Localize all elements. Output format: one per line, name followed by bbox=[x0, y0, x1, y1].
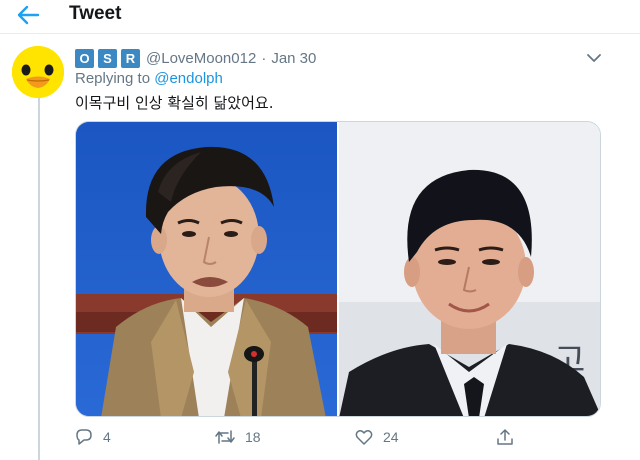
page-title: Tweet bbox=[69, 3, 122, 24]
arrow-left-icon bbox=[17, 5, 40, 25]
name-badge-s: S bbox=[98, 48, 117, 68]
chevron-down-icon bbox=[587, 54, 601, 62]
share-button[interactable] bbox=[496, 428, 514, 446]
name-badge-r: R bbox=[121, 48, 140, 68]
share-icon bbox=[497, 429, 513, 445]
tweet-text: 이목구비 인상 확실히 닮았어요. bbox=[75, 94, 274, 112]
photo-left[interactable] bbox=[76, 122, 337, 416]
tweet-media: 고 bbox=[75, 121, 601, 417]
separator-dot: · bbox=[261, 49, 267, 67]
retweet-icon bbox=[215, 430, 235, 444]
like-button[interactable]: 24 bbox=[355, 428, 399, 446]
replying-mention-link[interactable]: @endolph bbox=[154, 70, 223, 87]
man-in-suit-photo: 고 bbox=[339, 122, 600, 416]
duck-avatar-icon bbox=[12, 46, 64, 98]
user-handle[interactable]: @LoveMoon012 bbox=[146, 50, 256, 67]
heart-icon bbox=[355, 429, 373, 445]
replying-prefix: Replying to bbox=[75, 70, 151, 87]
reply-button[interactable]: 4 bbox=[75, 428, 111, 446]
reply-count: 4 bbox=[103, 429, 111, 445]
avatar[interactable] bbox=[12, 46, 64, 98]
retweet-button[interactable]: 18 bbox=[215, 428, 261, 446]
back-button[interactable] bbox=[16, 4, 42, 26]
display-name[interactable]: O S R bbox=[75, 48, 140, 68]
name-badge-o: O bbox=[75, 48, 94, 68]
tweet-menu-button[interactable] bbox=[586, 51, 602, 63]
thread-line bbox=[38, 98, 40, 460]
retweet-count: 18 bbox=[245, 429, 261, 445]
photo-right[interactable]: 고 bbox=[339, 122, 600, 416]
tweet-timestamp[interactable]: Jan 30 bbox=[271, 50, 316, 67]
like-count: 24 bbox=[383, 429, 399, 445]
tweet-header: O S R @LoveMoon012 · Jan 30 bbox=[75, 47, 316, 69]
replying-to: Replying to @endolph bbox=[75, 70, 223, 87]
reply-icon bbox=[76, 429, 92, 445]
tweet-actions: 4 18 24 bbox=[75, 428, 525, 452]
top-bar: Tweet bbox=[0, 0, 640, 34]
man-speaking-at-microphone-photo bbox=[76, 122, 337, 416]
